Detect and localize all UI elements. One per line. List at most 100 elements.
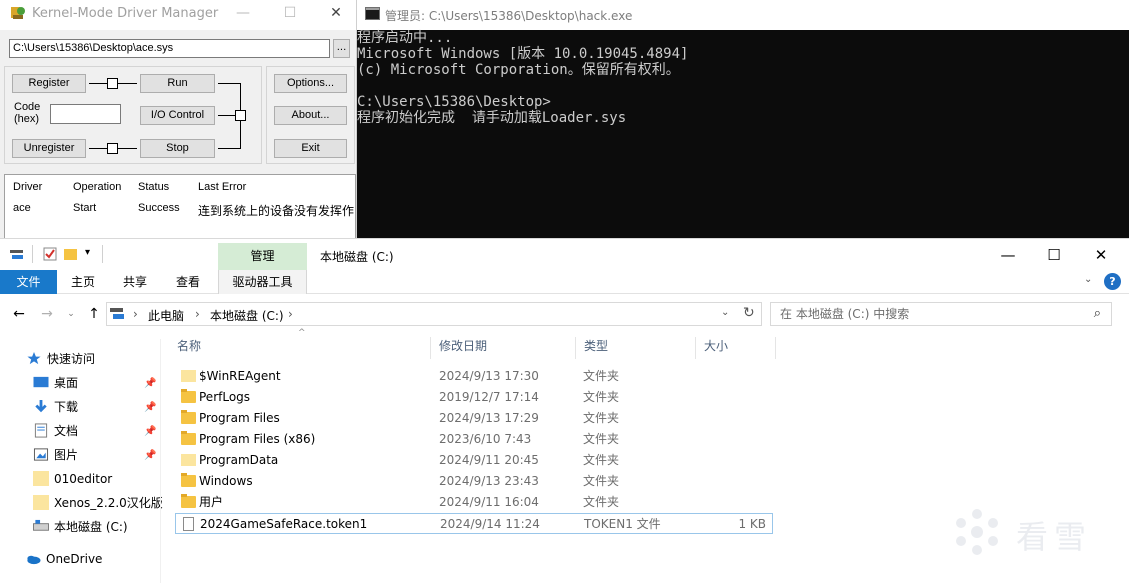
console-output[interactable]: 程序启动中... Microsoft Windows [版本 10.0.1904… [357, 30, 1129, 126]
column-header-type[interactable]: 类型 [577, 337, 696, 359]
column-header-date[interactable]: 修改日期 [432, 337, 576, 359]
list-header-driver[interactable]: Driver [13, 181, 42, 193]
kdm-app-icon [11, 7, 25, 19]
this-pc-icon [110, 308, 124, 319]
sidebar-item-label: 快速访问 [47, 352, 96, 366]
file-name: ProgramData [199, 453, 279, 467]
connector-line [218, 115, 235, 116]
breadcrumb-separator-icon[interactable]: › [133, 307, 138, 321]
drive-icon [33, 519, 49, 531]
manage-context-tab[interactable]: 管理 [218, 243, 307, 270]
breadcrumb-local-disk[interactable]: 本地磁盘 (C:) [210, 307, 284, 324]
connector-line [218, 83, 240, 84]
address-dropdown-icon[interactable]: ⌄ [721, 307, 729, 318]
console-title: 管理员: C:\Users\15386\Desktop\hack.exe [385, 9, 633, 23]
browse-button[interactable]: ... [333, 39, 350, 58]
console-line: C:\Users\15386\Desktop> [357, 94, 551, 110]
kdm-minimize-button[interactable]: — [233, 4, 253, 22]
folder-icon [33, 471, 49, 486]
sidebar-item-label: 本地磁盘 (C:) [54, 520, 128, 534]
tab-driver-tools[interactable]: 驱动器工具 [218, 270, 307, 294]
table-row[interactable]: Program Files 2024/9/13 17:29 文件夹 [175, 408, 773, 429]
list-header-last-error[interactable]: Last Error [198, 181, 246, 193]
pin-icon[interactable]: 📌 [144, 378, 156, 389]
table-row[interactable]: PerfLogs 2019/12/7 17:14 文件夹 [175, 387, 773, 408]
tab-file[interactable]: 文件 [0, 270, 57, 294]
folder-icon [181, 410, 196, 424]
breadcrumb-separator-icon[interactable]: › [195, 307, 200, 321]
pin-icon[interactable]: 📌 [144, 426, 156, 437]
exit-button[interactable]: Exit [274, 139, 347, 158]
pin-icon[interactable]: 📌 [144, 450, 156, 461]
table-row[interactable]: $WinREAgent 2024/9/13 17:30 文件夹 [175, 366, 773, 387]
file-name: Windows [199, 474, 253, 488]
about-button[interactable]: About... [274, 106, 347, 125]
sidebar-item-label: 010editor [54, 472, 113, 486]
column-header-name[interactable]: 名称 [170, 337, 431, 359]
help-icon[interactable]: ? [1104, 273, 1121, 290]
register-button[interactable]: Register [12, 74, 86, 93]
table-row[interactable]: ProgramData 2024/9/11 20:45 文件夹 [175, 450, 773, 471]
file-date: 2024/9/11 20:45 [439, 453, 539, 467]
forward-arrow-icon[interactable]: → [38, 304, 56, 324]
file-size: 1 KB [738, 517, 766, 531]
qat-separator [32, 245, 33, 263]
list-header-status[interactable]: Status [138, 181, 169, 193]
table-row[interactable]: 用户 2024/9/11 16:04 文件夹 [175, 492, 773, 513]
navigation-bar: ← → ⌄ ↑ › 此电脑 › 本地磁盘 (C:) › ⌄ ↻ 在 本地磁盘 (… [0, 302, 1129, 326]
kdm-close-button[interactable]: ✕ [326, 4, 346, 22]
stop-button[interactable]: Stop [140, 139, 215, 158]
table-row[interactable]: Windows 2024/9/13 23:43 文件夹 [175, 471, 773, 492]
kdm-maximize-button[interactable]: ☐ [280, 4, 300, 22]
console-line: 程序初始化完成 请手动加载Loader.sys [357, 110, 627, 126]
refresh-icon[interactable]: ↻ [743, 305, 755, 321]
file-date: 2023/6/10 7:43 [439, 432, 532, 446]
recent-locations-chevron-icon[interactable]: ⌄ [62, 304, 80, 324]
explorer-close-button[interactable]: ✕ [1081, 245, 1121, 265]
ribbon-expand-icon[interactable]: ⌄ [1084, 274, 1092, 285]
tab-view[interactable]: 查看 [169, 270, 207, 294]
code-input[interactable] [50, 104, 121, 124]
download-icon [35, 399, 47, 413]
table-row[interactable]: 2024GameSafeRace.token1 2024/9/14 11:24 … [175, 513, 773, 534]
list-header-operation[interactable]: Operation [73, 181, 121, 193]
table-row[interactable]: Program Files (x86) 2023/6/10 7:43 文件夹 [175, 429, 773, 450]
breadcrumb-separator-icon[interactable]: › [288, 307, 293, 321]
connector-line [218, 148, 240, 149]
column-header-size[interactable]: 大小 [697, 337, 776, 359]
operation-list[interactable]: Driver Operation Status Last Error ace S… [4, 174, 356, 238]
new-folder-icon[interactable] [64, 247, 78, 261]
qat-separator [102, 245, 103, 263]
connector-node [107, 143, 118, 154]
pictures-icon [33, 448, 49, 461]
list-cell-last-error: 连到系统上的设备没有发挥作 [198, 204, 355, 218]
pin-icon[interactable]: 📌 [144, 402, 156, 413]
watermark-text: 看雪 [1016, 518, 1093, 556]
properties-icon[interactable] [43, 247, 57, 261]
kanxue-watermark: 看雪 [948, 504, 1118, 560]
breadcrumb-this-pc[interactable]: 此电脑 [148, 307, 184, 324]
up-arrow-icon[interactable]: ↑ [85, 304, 103, 324]
search-input[interactable]: 在 本地磁盘 (C:) 中搜索 ⌕ [770, 302, 1112, 326]
unregister-button[interactable]: Unregister [12, 139, 86, 158]
qat-dropdown-icon[interactable]: ▾ [85, 247, 90, 258]
explorer-minimize-button[interactable]: — [988, 245, 1028, 265]
address-bar[interactable]: › 此电脑 › 本地磁盘 (C:) › ⌄ ↻ [106, 302, 762, 326]
file-type: 文件夹 [583, 495, 620, 509]
tab-home[interactable]: 主页 [64, 270, 102, 294]
explorer-maximize-button[interactable]: ☐ [1034, 245, 1074, 265]
back-arrow-icon[interactable]: ← [10, 304, 28, 324]
explorer-title: 本地磁盘 (C:) [320, 250, 394, 264]
sidebar-item-label: 桌面 [54, 376, 79, 390]
sidebar-item-label: 文档 [54, 424, 79, 438]
tab-share[interactable]: 共享 [116, 270, 154, 294]
file-type: 文件夹 [583, 453, 620, 467]
file-name: Program Files [199, 411, 280, 425]
run-button[interactable]: Run [140, 74, 215, 93]
io-control-button[interactable]: I/O Control [140, 106, 215, 125]
navigation-scrollbar[interactable] [160, 339, 161, 583]
code-label-line1: Code [14, 101, 41, 113]
options-button[interactable]: Options... [274, 74, 347, 93]
driver-path-input[interactable]: C:\Users\15386\Desktop\ace.sys [9, 39, 330, 58]
sidebar-item-label: 下载 [54, 400, 79, 414]
